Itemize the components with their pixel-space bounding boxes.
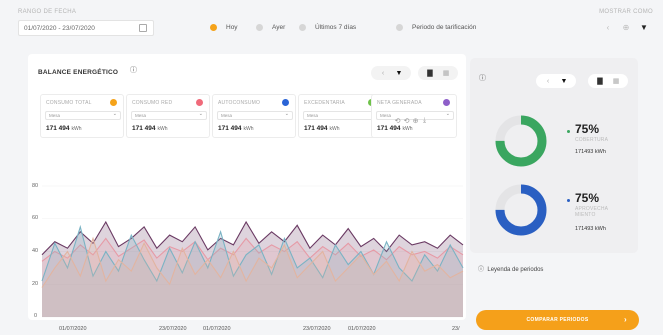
bar-chart-icon[interactable]: ▇ — [592, 77, 608, 85]
tile-neta-generada[interactable]: NETA GENERADA Mesa 171 494kWh — [371, 94, 457, 138]
date-range-value: 01/07/2020 - 23/07/2020 — [24, 25, 95, 32]
kpi-side-card: ⓘ ‹ ▼ ▇ ▦ — [470, 58, 638, 253]
compare-label: COMPARAR PERIODOS — [526, 317, 589, 323]
tile-value: 171 494 kWh — [218, 125, 254, 132]
tile-autoconsumo[interactable]: AUTOCONSUMO Mesa 171 494kWh — [212, 94, 296, 138]
y-tick: 40 — [32, 248, 39, 254]
tile-consumo-red[interactable]: CONSUMO RED Mesa 171 494kWh — [126, 94, 210, 138]
period-radio-billing[interactable]: Periodo de tarificación — [396, 24, 476, 31]
tile-select[interactable]: Mesa — [303, 111, 379, 120]
reset-icon[interactable]: ⟲ — [402, 117, 411, 125]
legend-link-label: Leyenda de periodos — [487, 267, 544, 273]
info-icon: ⓘ — [478, 267, 485, 273]
coverage-label: COBERTURA — [575, 137, 609, 143]
show-as-label: MOSTRAR COMO — [599, 9, 653, 15]
x-tick: 01/07/2020 — [348, 326, 376, 332]
download-icon[interactable]: ⤓ — [420, 117, 429, 125]
legend-dot — [443, 99, 450, 106]
periods-legend-link[interactable]: ⓘ Leyenda de periodos — [478, 264, 543, 273]
radio-dot — [210, 24, 217, 31]
tile-value: 171 494 kWh — [132, 125, 168, 132]
show-as-controls: ‹ ⊕ ▼ — [599, 18, 653, 36]
arrow-down-icon[interactable]: ▼ — [391, 70, 407, 77]
usage-label: APROVECHA MIENTO — [575, 206, 609, 218]
period-radio-last7[interactable]: Últimos 7 días — [299, 24, 356, 31]
coverage-percent: 75% — [575, 122, 600, 136]
usage-percent: 75% — [575, 191, 600, 205]
side-chart-type-toggle: ▇ ▦ — [588, 74, 628, 88]
tile-name: CONSUMO RED — [132, 100, 173, 106]
legend-dot — [110, 99, 117, 106]
energy-balance-card: BALANCE ENERGÉTICO ⓘ ‹ ▼ ▇ ▦ CONSUMO TOT… — [28, 54, 466, 320]
compare-periods-button[interactable]: COMPARAR PERIODOS › — [476, 310, 639, 330]
period-label: Ayer — [272, 24, 286, 31]
legend-dot — [196, 99, 203, 106]
arrow-down-icon[interactable]: ▼ — [556, 78, 572, 85]
tile-excedentaria[interactable]: EXCEDENTARIA Mesa 171 494kWh — [298, 94, 382, 138]
side-view-toggle: ‹ ▼ — [536, 74, 576, 88]
radio-dot — [299, 24, 306, 31]
chart-toolbar: ⟲ ⟲ ⊕ ⤓ — [393, 117, 429, 125]
period-label: Periodo de tarificación — [412, 24, 477, 31]
x-tick: 23/07/2020 — [303, 326, 331, 332]
chevron-left-icon[interactable]: ‹ — [540, 78, 556, 85]
usage-dot — [567, 199, 570, 202]
legend-dot — [282, 99, 289, 106]
chevron-left-icon[interactable]: ‹ — [375, 70, 391, 77]
date-range-label: RANGO DE FECHA — [18, 9, 77, 15]
period-radio-today[interactable]: Hoy — [210, 24, 238, 31]
tile-value: 171 494 kWh — [377, 125, 413, 132]
date-range-input[interactable]: 01/07/2020 - 23/07/2020 — [18, 20, 154, 36]
tile-select[interactable]: Mesa — [45, 111, 121, 120]
tile-select[interactable]: Mesa — [131, 111, 207, 120]
arrow-right-icon: › — [624, 315, 627, 324]
zoom-icon[interactable]: ⊕ — [411, 117, 420, 125]
tile-value: 171 494 kWh — [304, 125, 340, 132]
coverage-kwh: 171493 kWh — [575, 149, 606, 155]
main-view-toggle: ‹ ▼ — [371, 66, 411, 80]
reset-icon[interactable]: ⟲ — [393, 117, 402, 125]
radio-dot — [256, 24, 263, 31]
x-tick: 01/07/2020 — [59, 326, 87, 332]
chevron-left-icon[interactable]: ‹ — [599, 18, 617, 36]
arrow-down-icon[interactable]: ▼ — [635, 18, 653, 36]
usage-kwh: 171493 kWh — [575, 226, 606, 232]
tile-value: 171 494 kWh — [46, 125, 82, 132]
table-icon[interactable]: ▦ — [608, 77, 624, 85]
calendar-icon[interactable] — [139, 24, 147, 32]
tile-name: CONSUMO TOTAL — [46, 100, 92, 106]
info-icon[interactable]: ⓘ — [130, 65, 137, 75]
x-tick: 01/07/2020 — [203, 326, 231, 332]
tile-name: EXCEDENTARIA — [304, 100, 345, 106]
y-tick: 80 — [32, 183, 39, 189]
info-icon[interactable]: ⓘ — [479, 73, 486, 83]
tile-consumo-total[interactable]: CONSUMO TOTAL Mesa 171 494kWh — [40, 94, 124, 138]
coverage-dot — [567, 130, 570, 133]
tile-name: NETA GENERADA — [377, 100, 422, 106]
tile-select[interactable]: Mesa — [217, 111, 293, 120]
y-tick: 20 — [32, 281, 39, 287]
zoom-icon[interactable]: ⊕ — [617, 18, 635, 36]
x-tick: 23/07/2020 — [159, 326, 187, 332]
main-chart-type-toggle: ▇ ▦ — [418, 66, 458, 80]
x-tick: 23/ — [452, 326, 460, 332]
period-label: Últimos 7 días — [315, 24, 357, 31]
y-tick: 0 — [34, 313, 38, 319]
period-radio-yesterday[interactable]: Ayer — [256, 24, 285, 31]
period-label: Hoy — [226, 24, 238, 31]
radio-dot — [396, 24, 403, 31]
table-icon[interactable]: ▦ — [438, 69, 454, 77]
bar-chart-icon[interactable]: ▇ — [422, 69, 438, 77]
y-tick: 60 — [32, 215, 39, 221]
card-title: BALANCE ENERGÉTICO — [38, 69, 119, 76]
tile-name: AUTOCONSUMO — [218, 100, 261, 106]
